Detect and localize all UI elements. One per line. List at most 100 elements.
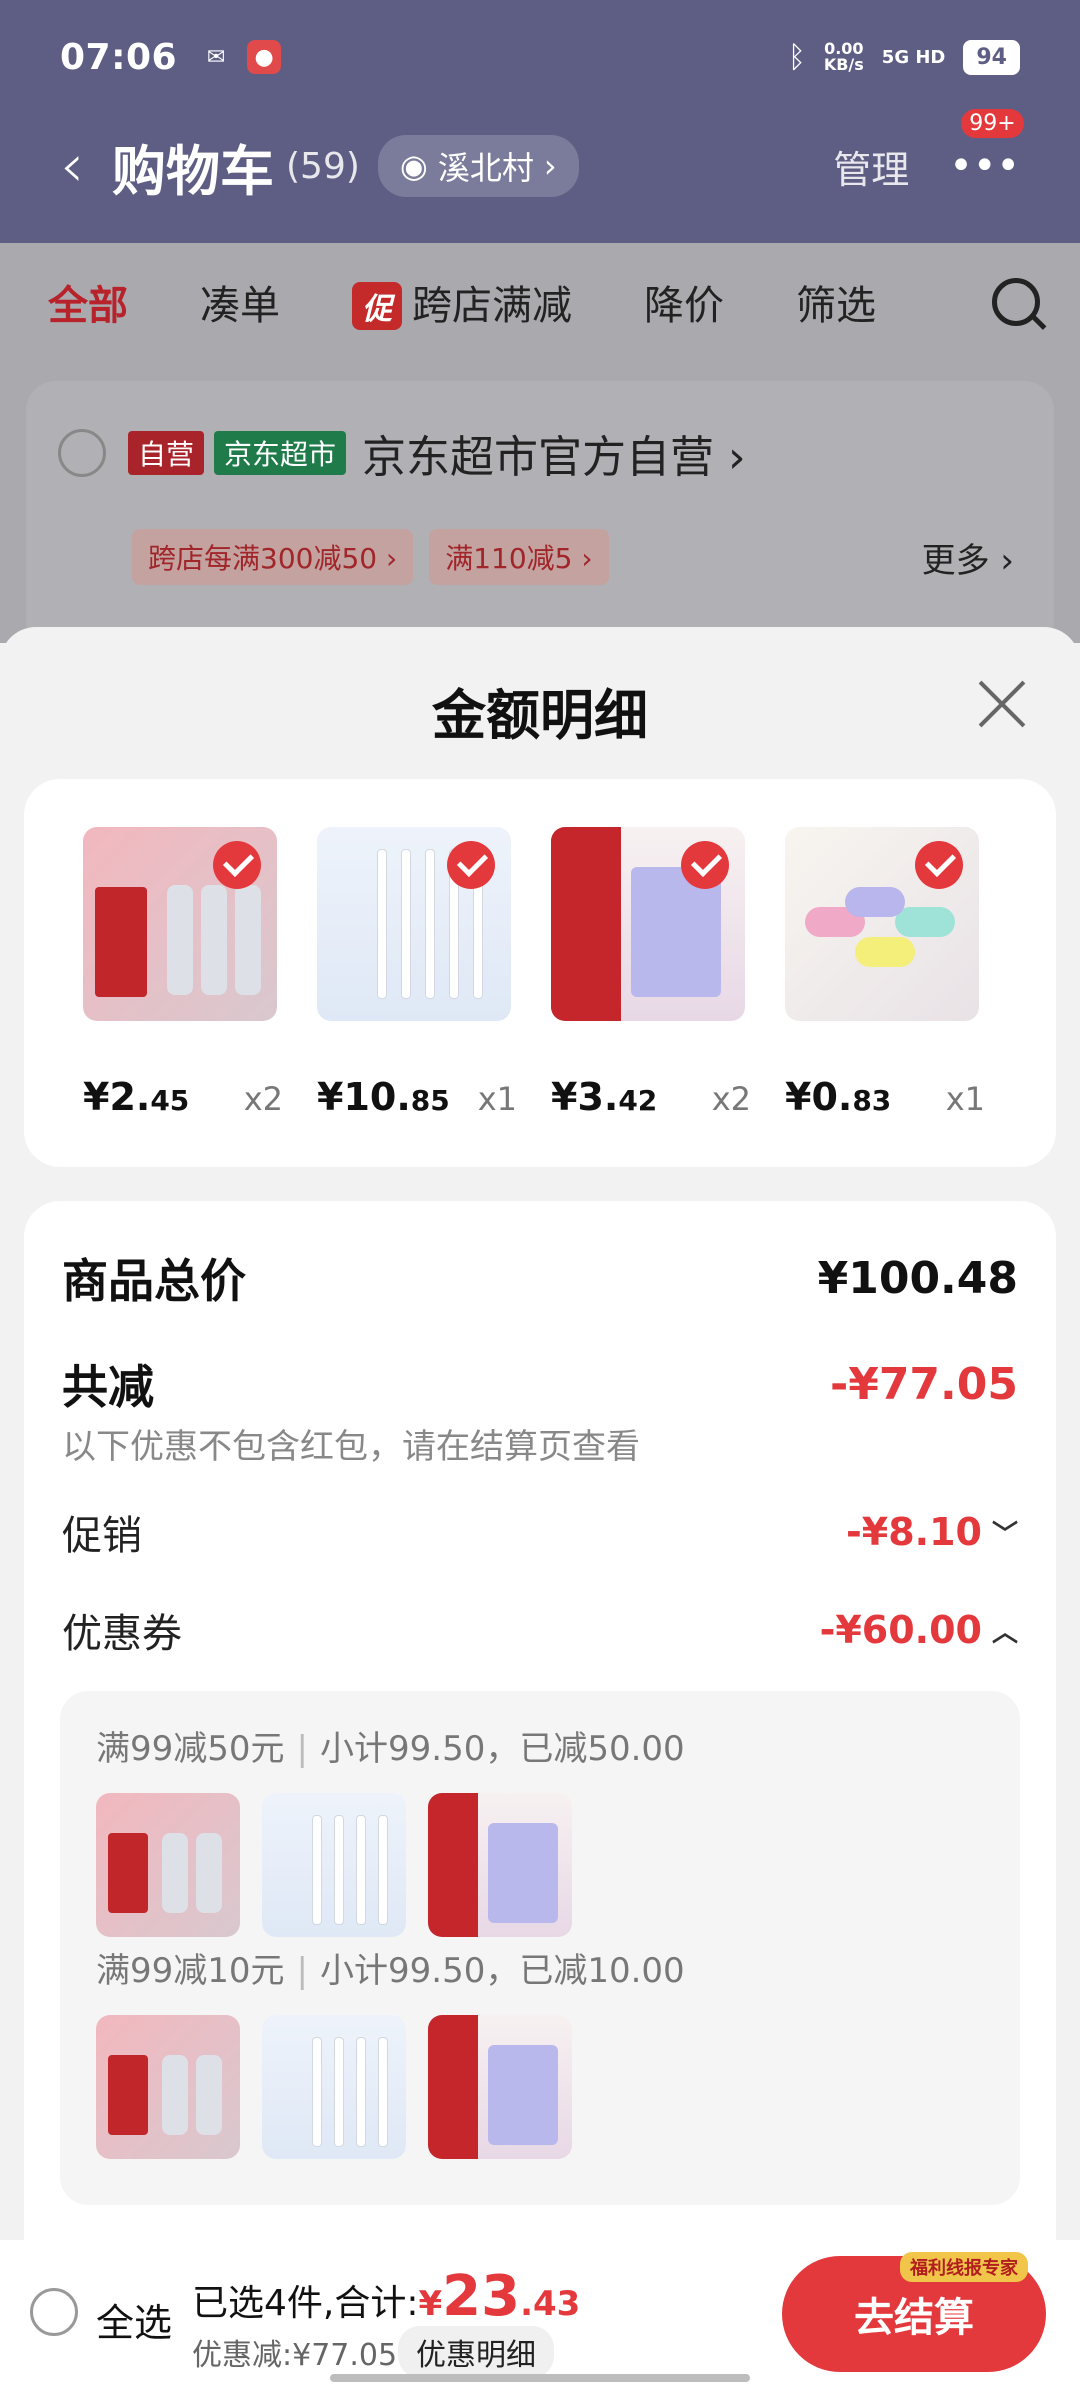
reduce-row: 共减 -¥77.05 <box>62 1351 1018 1417</box>
product-thumbnail <box>551 827 745 1021</box>
app-notification-icon: ● <box>247 40 282 74</box>
more-coupons-link[interactable]: 更多 › <box>922 533 1014 582</box>
product-thumbnail <box>262 2015 406 2159</box>
coupon-chip[interactable]: 满110减5 › <box>429 529 609 585</box>
coupon-row[interactable]: 优惠券 -¥60.00 ︿ <box>62 1601 1018 1659</box>
select-all-radio[interactable] <box>30 2288 78 2336</box>
selected-total: 已选4件,合计:¥23.43 <box>192 2264 581 2329</box>
product-strip: ¥2.45 x2 ¥10.85 x1 ¥3.42 x2 ¥0.83 x1 <box>24 779 1056 1167</box>
cart-background: 全部 凑单 促跨店满减 降价 筛选 自营 京东超市 京东超市官方自营 › 跨店每… <box>0 243 1080 651</box>
checked-icon <box>447 841 495 889</box>
welfare-badge: 福利线报专家 <box>900 2252 1028 2282</box>
checked-icon <box>681 841 729 889</box>
product-thumbnail <box>96 2015 240 2159</box>
tab-filter[interactable]: 筛选 <box>796 273 876 331</box>
coupon-group-thumbs <box>96 2015 572 2159</box>
product-item[interactable]: ¥2.45 x2 <box>83 827 293 1119</box>
shop-name[interactable]: 京东超市官方自营 › <box>362 421 746 485</box>
sheet-title: 金额明细 <box>432 684 648 747</box>
chevron-up-icon: ︿ <box>991 1617 1018 1648</box>
select-all-label[interactable]: 全选 <box>96 2292 172 2347</box>
product-qty: x2 <box>243 1080 283 1118</box>
search-icon[interactable] <box>992 278 1040 326</box>
product-price: ¥2.45 <box>83 1075 190 1119</box>
cart-count: (59) <box>286 145 360 187</box>
product-thumbnail <box>428 2015 572 2159</box>
tab-cross-store-label: 跨店满减 <box>412 283 572 329</box>
tab-all[interactable]: 全部 <box>48 273 128 331</box>
shop-coupons: 跨店每满300减50 › 满110减5 › 更多 › <box>132 529 1014 585</box>
product-thumbnail <box>428 1793 572 1937</box>
product-thumbnail <box>785 827 979 1021</box>
reduce-label: 共减 <box>62 1360 154 1414</box>
reduce-note: 以下优惠不包含红包，请在结算页查看 <box>62 1427 640 1467</box>
network-speed: 0.00 KB/s <box>823 39 864 74</box>
close-icon[interactable] <box>974 673 1030 729</box>
clock: 07:06 <box>60 36 178 78</box>
manage-button[interactable]: 管理 <box>833 139 909 194</box>
promo-row[interactable]: 促销 -¥8.10 ﹀ <box>62 1503 1018 1561</box>
product-thumbnail <box>96 1793 240 1937</box>
checked-icon <box>213 841 261 889</box>
product-thumbnail <box>317 827 511 1021</box>
page-title: 购物车 <box>112 139 274 203</box>
status-bar: 07:06 ✉ ● ᛒ 0.00 KB/s 5G HD 94 <box>60 32 1020 82</box>
amount-detail-sheet: 金额明细 ¥2.45 x2 ¥10.85 x1 ¥3.42 x2 ¥0.83 x… <box>0 627 1080 2388</box>
promo-value: -¥8.10 <box>846 1510 982 1554</box>
total-row: 商品总价 ¥100.48 <box>62 1245 1018 1311</box>
back-icon[interactable]: ‹ <box>60 131 84 201</box>
checked-icon <box>915 841 963 889</box>
checkout-bar: 全选 已选4件,合计:¥23.43 优惠减:¥77.05 优惠明细 去结算 福利… <box>0 2240 1080 2388</box>
filter-tabs: 全部 凑单 促跨店满减 降价 筛选 <box>48 273 1040 331</box>
product-thumbnail <box>83 827 277 1021</box>
summary-card: 商品总价 ¥100.48 共减 -¥77.05 以下优惠不包含红包，请在结算页查… <box>24 1201 1056 2388</box>
location-selector[interactable]: ◉ 溪北村 › <box>377 135 579 197</box>
eye-icon: ◉ <box>399 147 428 185</box>
signal-indicator: 5G HD <box>881 46 946 68</box>
tab-cross-store[interactable]: 促跨店满减 <box>352 273 572 331</box>
shop-select-radio[interactable] <box>58 429 106 477</box>
coupon-label: 优惠券 <box>62 1611 182 1657</box>
coupon-breakdown: 满99减50元 | 小计99.50，已减50.00 满99减10元 | 小计99.50，… <box>60 1691 1020 2205</box>
total-label: 商品总价 <box>62 1254 246 1308</box>
product-qty: x1 <box>945 1080 985 1118</box>
product-price: ¥10.85 <box>317 1075 450 1119</box>
tab-price-drop[interactable]: 降价 <box>644 273 724 331</box>
coupon-chip[interactable]: 跨店每满300减50 › <box>132 529 414 585</box>
more-dots-icon: ••• <box>949 143 1020 189</box>
nav-row: ‹ 购物车 (59) ◉ 溪北村 › 管理 ••• 99+ <box>60 109 1024 206</box>
top-header: 07:06 ✉ ● ᛒ 0.00 KB/s 5G HD 94 ‹ 购物车 (59)… <box>0 0 1080 243</box>
message-badge: 99+ <box>961 109 1024 138</box>
system-indicators: ᛒ 0.00 KB/s 5G HD 94 <box>787 39 1020 75</box>
discount-detail-button[interactable]: 优惠明细 <box>398 2326 554 2378</box>
chevron-down-icon: ﹀ <box>991 1519 1018 1550</box>
bluetooth-icon: ᛒ <box>787 39 806 75</box>
reduce-value: -¥77.05 <box>829 1358 1018 1410</box>
more-menu-button[interactable]: ••• 99+ <box>949 109 1024 189</box>
jd-supermarket-tag: 京东超市 <box>214 431 347 475</box>
saved-amount: 优惠减:¥77.05 <box>192 2338 398 2373</box>
product-item[interactable]: ¥10.85 x1 <box>317 827 527 1119</box>
product-price: ¥3.42 <box>551 1075 658 1119</box>
notification-icons: ✉ ● <box>199 40 282 74</box>
home-indicator[interactable] <box>330 2374 750 2382</box>
product-qty: x2 <box>711 1080 751 1118</box>
self-operated-tag: 自营 <box>128 431 205 475</box>
wechat-icon: ✉ <box>206 44 226 70</box>
product-item[interactable]: ¥0.83 x1 <box>785 827 995 1119</box>
coupon-group-thumbs <box>96 1793 572 1937</box>
chevron-right-icon: › <box>543 147 557 185</box>
shop-header: 自营 京东超市 京东超市官方自营 › <box>58 421 1022 485</box>
product-qty: x1 <box>477 1080 517 1118</box>
promo-tag: 促 <box>352 282 402 330</box>
product-item[interactable]: ¥3.42 x2 <box>551 827 761 1119</box>
battery-indicator: 94 <box>963 39 1020 75</box>
tab-bundle[interactable]: 凑单 <box>200 273 280 331</box>
product-thumbnail <box>262 1793 406 1937</box>
coupon-group-header: 满99减50元 | 小计99.50，已减50.00 <box>96 1729 685 1769</box>
location-label: 溪北村 <box>437 149 534 187</box>
total-value: ¥100.48 <box>817 1252 1018 1304</box>
promo-label: 促销 <box>62 1513 142 1559</box>
coupon-group-header: 满99减10元 | 小计99.50，已减10.00 <box>96 1951 685 1991</box>
shop-card: 自营 京东超市 京东超市官方自营 › 跨店每满300减50 › 满110减5 ›… <box>26 381 1054 651</box>
